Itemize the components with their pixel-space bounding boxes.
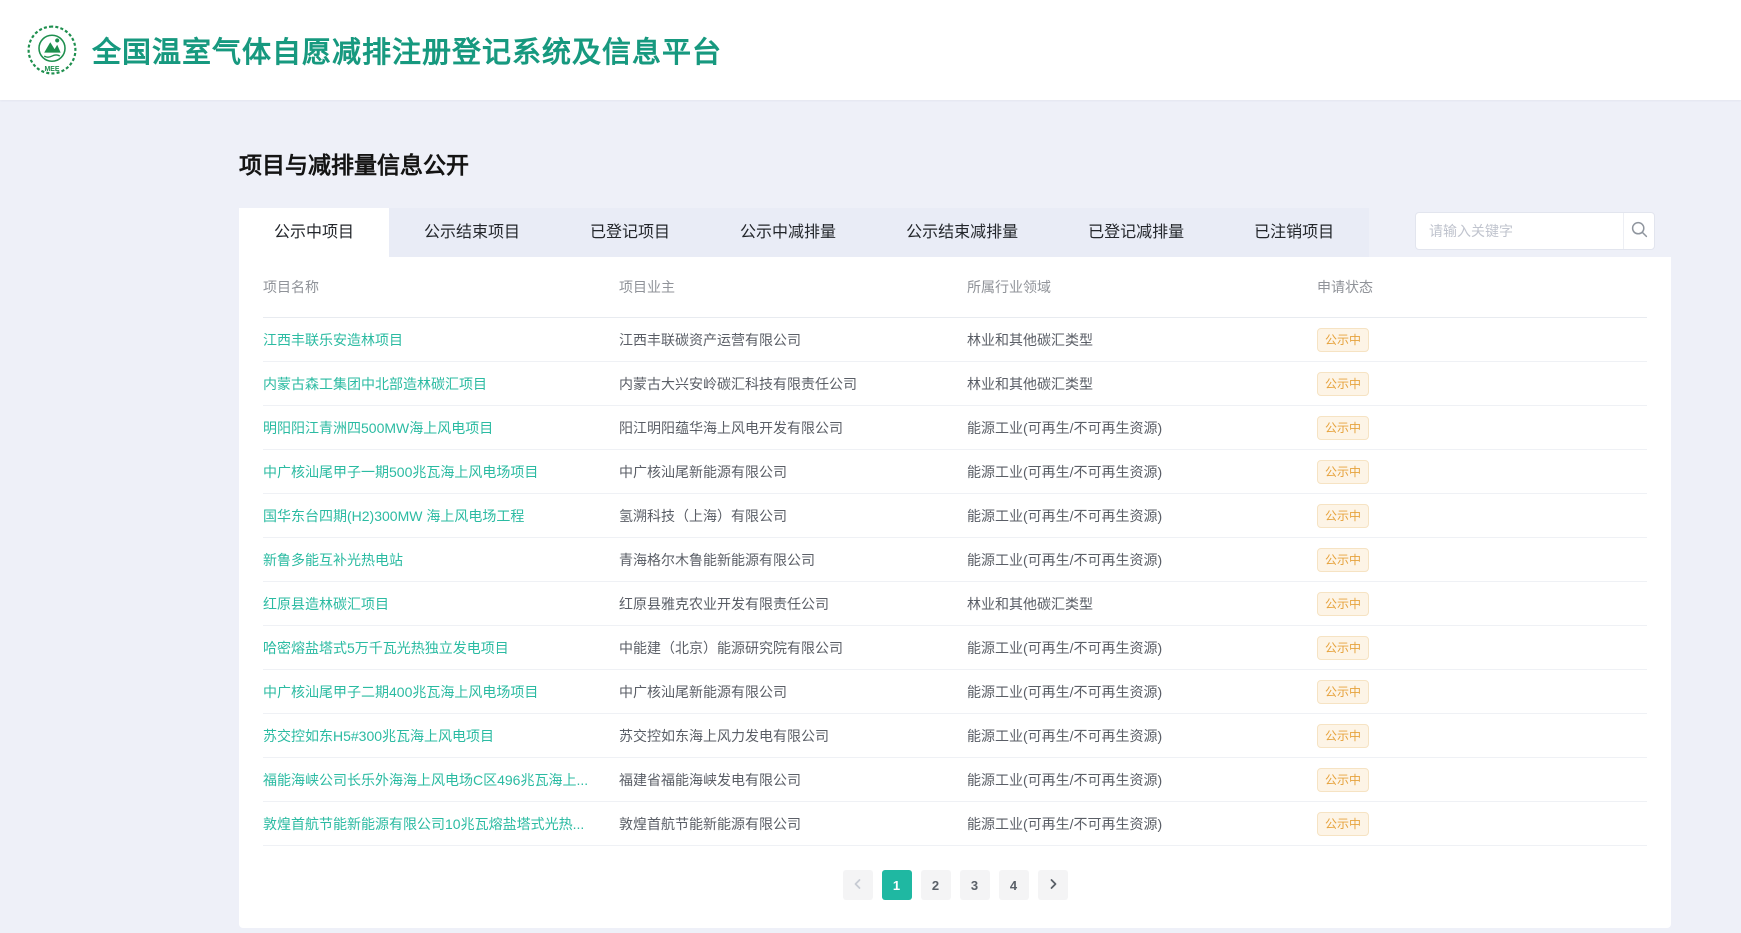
pagination-page-4[interactable]: 4 [999,870,1029,900]
tab-projects-cancelled[interactable]: 已注销项目 [1219,208,1369,257]
search-box [1415,212,1655,250]
industry-sector: 能源工业(可再生/不可再生资源) [967,418,1317,438]
table-row: 红原县造林碳汇项目 红原县雅克农业开发有限责任公司 林业和其他碳汇类型 公示中 [263,582,1647,626]
column-header-application-status: 申请状态 [1317,277,1647,297]
mee-logo-icon: MEE [26,24,78,76]
industry-sector: 能源工业(可再生/不可再生资源) [967,726,1317,746]
tabs-row: 公示中项目 公示结束项目 已登记项目 公示中减排量 公示结束减排量 已登记减排量… [239,208,1671,257]
project-name-link[interactable]: 哈密熔盐塔式5万千瓦光热独立发电项目 [263,640,509,656]
tab-reductions-registered[interactable]: 已登记减排量 [1053,208,1219,257]
pagination-page-1[interactable]: 1 [882,870,912,900]
pagination-prev-button[interactable] [843,870,873,900]
tab-projects-notice-ended[interactable]: 公示结束项目 [389,208,555,257]
project-owner: 阳江明阳蕴华海上风电开发有限公司 [619,418,967,438]
pagination-page-2[interactable]: 2 [921,870,951,900]
status-badge: 公示中 [1317,592,1369,616]
industry-sector: 能源工业(可再生/不可再生资源) [967,550,1317,570]
table-row: 明阳阳江青洲四500MW海上风电项目 阳江明阳蕴华海上风电开发有限公司 能源工业… [263,406,1647,450]
industry-sector: 能源工业(可再生/不可再生资源) [967,638,1317,658]
tab-projects-in-notice[interactable]: 公示中项目 [239,208,389,257]
site-title: 全国温室气体自愿减排注册登记系统及信息平台 [92,29,722,71]
pagination-page-3[interactable]: 3 [960,870,990,900]
table-row: 中广核汕尾甲子二期400兆瓦海上风电场项目 中广核汕尾新能源有限公司 能源工业(… [263,670,1647,714]
project-owner: 敦煌首航节能新能源有限公司 [619,814,967,834]
industry-sector: 能源工业(可再生/不可再生资源) [967,770,1317,790]
search-input[interactable] [1416,213,1623,249]
project-owner: 中广核汕尾新能源有限公司 [619,682,967,702]
table-row: 哈密熔盐塔式5万千瓦光热独立发电项目 中能建（北京）能源研究院有限公司 能源工业… [263,626,1647,670]
chevron-right-icon [1047,878,1059,893]
project-name-link[interactable]: 红原县造林碳汇项目 [263,596,389,612]
status-badge: 公示中 [1317,548,1369,572]
logo-text: MEE [45,66,60,73]
pagination-next-button[interactable] [1038,870,1068,900]
industry-sector: 林业和其他碳汇类型 [967,330,1317,350]
project-owner: 氢溯科技（上海）有限公司 [619,506,967,526]
status-badge: 公示中 [1317,504,1369,528]
site-header: MEE 全国温室气体自愿减排注册登记系统及信息平台 [0,0,1741,100]
tab-bar: 公示中项目 公示结束项目 已登记项目 公示中减排量 公示结束减排量 已登记减排量… [239,208,1369,257]
status-badge: 公示中 [1317,636,1369,660]
status-badge: 公示中 [1317,812,1369,836]
project-name-link[interactable]: 中广核汕尾甲子一期500兆瓦海上风电场项目 [263,464,538,480]
industry-sector: 林业和其他碳汇类型 [967,594,1317,614]
tab-reductions-in-notice[interactable]: 公示中减排量 [705,208,871,257]
project-name-link[interactable]: 新鲁多能互补光热电站 [263,552,403,568]
table-row: 福能海峡公司长乐外海海上风电场C区496兆瓦海上... 福建省福能海峡发电有限公… [263,758,1647,802]
project-owner: 福建省福能海峡发电有限公司 [619,770,967,790]
industry-sector: 能源工业(可再生/不可再生资源) [967,814,1317,834]
status-badge: 公示中 [1317,768,1369,792]
project-name-link[interactable]: 中广核汕尾甲子二期400兆瓦海上风电场项目 [263,684,538,700]
main-content: 项目与减排量信息公开 公示中项目 公示结束项目 已登记项目 公示中减排量 公示结… [0,100,1741,928]
project-name-link[interactable]: 明阳阳江青洲四500MW海上风电项目 [263,420,493,436]
project-owner: 中能建（北京）能源研究院有限公司 [619,638,967,658]
status-badge: 公示中 [1317,372,1369,396]
project-owner: 青海格尔木鲁能新能源有限公司 [619,550,967,570]
industry-sector: 能源工业(可再生/不可再生资源) [967,682,1317,702]
industry-sector: 能源工业(可再生/不可再生资源) [967,462,1317,482]
pagination: 1 2 3 4 [263,846,1647,910]
project-name-link[interactable]: 苏交控如东H5#300兆瓦海上风电项目 [263,728,494,744]
column-header-project-owner: 项目业主 [619,277,967,297]
section-title: 项目与减排量信息公开 [239,146,1671,180]
project-owner: 红原县雅克农业开发有限责任公司 [619,594,967,614]
table-header-row: 项目名称 项目业主 所属行业领域 申请状态 [263,257,1647,318]
tab-projects-registered[interactable]: 已登记项目 [555,208,705,257]
table-row: 敦煌首航节能新能源有限公司10兆瓦熔盐塔式光热... 敦煌首航节能新能源有限公司… [263,802,1647,846]
project-owner: 中广核汕尾新能源有限公司 [619,462,967,482]
project-owner: 江西丰联碳资产运营有限公司 [619,330,967,350]
project-owner: 苏交控如东海上风力发电有限公司 [619,726,967,746]
tab-reductions-notice-ended[interactable]: 公示结束减排量 [871,208,1053,257]
search-button[interactable] [1623,213,1654,249]
search-icon [1630,220,1649,242]
status-badge: 公示中 [1317,460,1369,484]
industry-sector: 能源工业(可再生/不可再生资源) [967,506,1317,526]
table-row: 江西丰联乐安造林项目 江西丰联碳资产运营有限公司 林业和其他碳汇类型 公示中 [263,318,1647,362]
project-name-link[interactable]: 国华东台四期(H2)300MW 海上风电场工程 [263,508,524,524]
column-header-industry-sector: 所属行业领域 [967,277,1317,297]
project-name-link[interactable]: 内蒙古森工集团中北部造林碳汇项目 [263,376,487,392]
table-row: 内蒙古森工集团中北部造林碳汇项目 内蒙古大兴安岭碳汇科技有限责任公司 林业和其他… [263,362,1647,406]
status-badge: 公示中 [1317,724,1369,748]
table-row: 新鲁多能互补光热电站 青海格尔木鲁能新能源有限公司 能源工业(可再生/不可再生资… [263,538,1647,582]
column-header-project-name: 项目名称 [263,277,619,297]
project-name-link[interactable]: 福能海峡公司长乐外海海上风电场C区496兆瓦海上... [263,772,588,788]
chevron-left-icon [852,878,864,893]
table-row: 苏交控如东H5#300兆瓦海上风电项目 苏交控如东海上风力发电有限公司 能源工业… [263,714,1647,758]
status-badge: 公示中 [1317,328,1369,352]
table-row: 中广核汕尾甲子一期500兆瓦海上风电场项目 中广核汕尾新能源有限公司 能源工业(… [263,450,1647,494]
table-row: 国华东台四期(H2)300MW 海上风电场工程 氢溯科技（上海）有限公司 能源工… [263,494,1647,538]
status-badge: 公示中 [1317,416,1369,440]
industry-sector: 林业和其他碳汇类型 [967,374,1317,394]
status-badge: 公示中 [1317,680,1369,704]
project-name-link[interactable]: 敦煌首航节能新能源有限公司10兆瓦熔盐塔式光热... [263,816,584,832]
project-name-link[interactable]: 江西丰联乐安造林项目 [263,332,403,348]
project-owner: 内蒙古大兴安岭碳汇科技有限责任公司 [619,374,967,394]
app-root: MEE 全国温室气体自愿减排注册登记系统及信息平台 项目与减排量信息公开 公示中… [0,0,1741,933]
data-table-card: 项目名称 项目业主 所属行业领域 申请状态 江西丰联乐安造林项目 江西丰联碳资产… [239,257,1671,928]
